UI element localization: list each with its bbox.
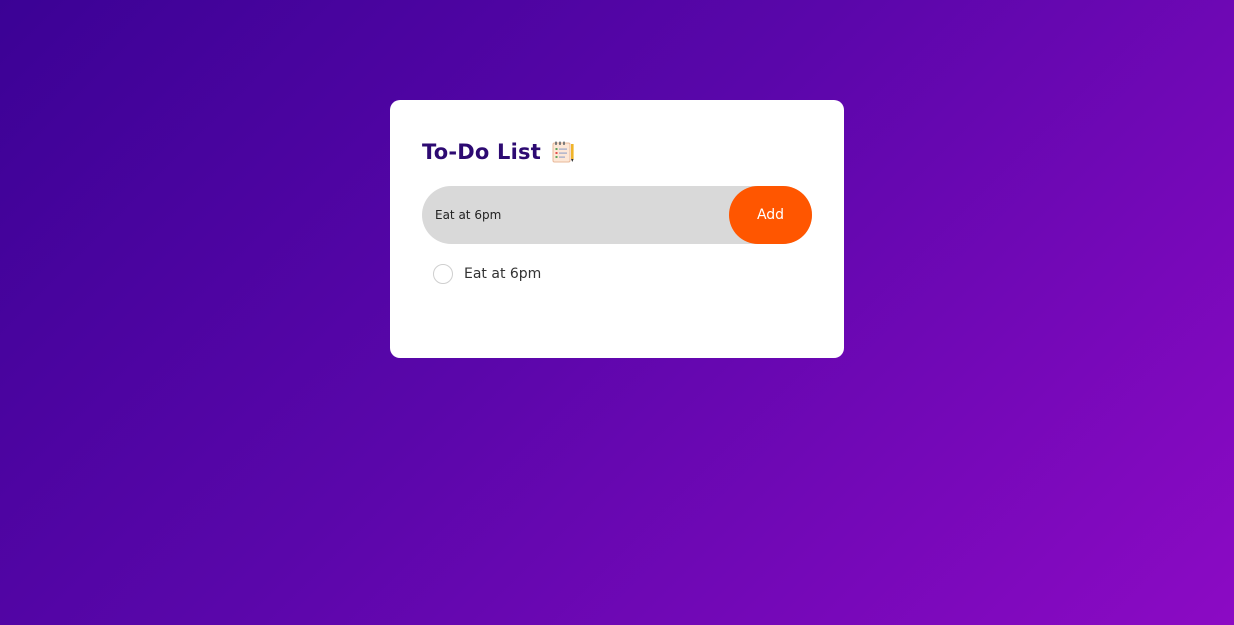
task-checkbox[interactable] xyxy=(433,264,453,284)
todo-card: To-Do List Add Eat at 6pm xyxy=(390,100,844,358)
task-text: Eat at 6pm xyxy=(464,266,542,282)
task-list: Eat at 6pm xyxy=(422,262,812,286)
page-title: To-Do List xyxy=(422,140,541,164)
header: To-Do List xyxy=(422,136,812,168)
task-item[interactable]: Eat at 6pm xyxy=(422,262,812,286)
add-task-bar: Add xyxy=(422,186,812,244)
notepad-icon xyxy=(551,140,575,164)
task-input[interactable] xyxy=(422,186,722,244)
add-button[interactable]: Add xyxy=(729,186,812,244)
